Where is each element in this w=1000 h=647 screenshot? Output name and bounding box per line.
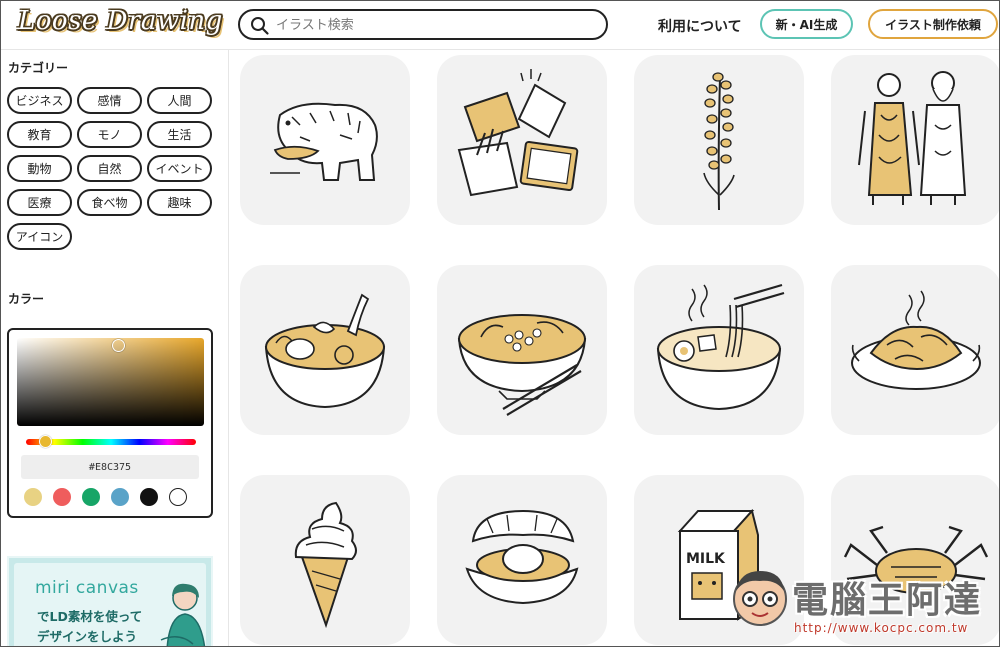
jingisukan-grill-icon <box>851 290 981 390</box>
category-tag[interactable]: 人間 <box>147 87 212 114</box>
ramen-bowl-icon <box>656 283 785 411</box>
lavender-flower-icon <box>703 72 735 211</box>
category-tag[interactable]: 医療 <box>7 189 72 216</box>
illustration-grid: MILK <box>239 54 1000 647</box>
search-box[interactable] <box>238 9 608 40</box>
site-logo[interactable]: Loose Drawing <box>18 6 223 36</box>
search-icon[interactable] <box>250 16 270 36</box>
illustration-card[interactable] <box>437 265 607 435</box>
swatch-red[interactable] <box>53 488 71 506</box>
illustration-card[interactable] <box>831 265 1000 435</box>
illustration-card[interactable] <box>831 55 1000 225</box>
bear-with-salmon-icon <box>270 102 378 181</box>
scallop-icon <box>465 509 579 605</box>
banner-line-1: でLD素材を使って <box>37 609 143 624</box>
ai-generate-button[interactable]: 新・AI生成 <box>760 9 853 39</box>
hue-slider[interactable] <box>26 435 196 448</box>
swatch-blue[interactable] <box>111 488 129 506</box>
svg-text:MILK: MILK <box>686 551 726 567</box>
color-swatches <box>24 488 187 506</box>
ainu-couple-icon <box>858 71 967 205</box>
swatch-white[interactable] <box>169 488 187 506</box>
illustration-card[interactable] <box>437 475 607 645</box>
category-tag[interactable]: 感情 <box>77 87 142 114</box>
swatch-black[interactable] <box>140 488 158 506</box>
banner-character-icon <box>160 583 206 647</box>
category-tag[interactable]: モノ <box>77 121 142 148</box>
illustration-card[interactable] <box>437 55 607 225</box>
sidebar: カテゴリー ビジネス 感情 人間 教育 モノ 生活 動物 自然 イベント 医療 … <box>0 50 229 647</box>
snack-bags-icon <box>457 69 579 197</box>
illustration-card[interactable] <box>634 55 804 225</box>
category-tag[interactable]: ビジネス <box>7 87 72 114</box>
category-tag[interactable]: 生活 <box>147 121 212 148</box>
soup-curry-icon <box>264 293 386 409</box>
illustration-card[interactable] <box>240 265 410 435</box>
category-tag[interactable]: 食べ物 <box>77 189 142 216</box>
hex-value[interactable]: #E8C375 <box>21 455 199 479</box>
search-input[interactable] <box>276 15 596 35</box>
category-tag[interactable]: 動物 <box>7 155 72 182</box>
saturation-value-area[interactable] <box>17 338 204 426</box>
category-tag[interactable]: 教育 <box>7 121 72 148</box>
uni-ikura-bowl-icon <box>457 314 587 416</box>
banner-line-2: デザインをしよう <box>37 629 138 644</box>
illustration-card[interactable] <box>240 475 410 645</box>
site-header: Loose Drawing 利用について 新・AI生成 イラスト制作依頼 <box>0 0 1000 50</box>
illustration-request-button[interactable]: イラスト制作依頼 <box>868 9 998 39</box>
watermark-title: 電腦王阿達 <box>792 580 983 621</box>
miri-canvas-banner[interactable]: miri canvas でLD素材を使って デザインをしよう <box>7 556 213 647</box>
about-link[interactable]: 利用について <box>658 16 742 36</box>
illustration-card[interactable] <box>634 265 804 435</box>
color-cursor[interactable] <box>112 339 125 352</box>
category-list: ビジネス 感情 人間 教育 モノ 生活 動物 自然 イベント 医療 食べ物 趣味… <box>7 87 217 250</box>
watermark-mascot-icon <box>733 571 787 626</box>
watermark-url: http://www.kocpc.com.tw <box>794 621 969 635</box>
category-tag[interactable]: アイコン <box>7 223 72 250</box>
category-tag[interactable]: 自然 <box>77 155 142 182</box>
swatch-yellow[interactable] <box>24 488 42 506</box>
swatch-green[interactable] <box>82 488 100 506</box>
soft-serve-icon <box>294 501 357 629</box>
hue-slider-thumb[interactable] <box>39 435 52 448</box>
color-heading: カラー <box>8 292 45 306</box>
category-tag[interactable]: 趣味 <box>147 189 212 216</box>
color-picker: #E8C375 <box>7 328 213 518</box>
illustration-card[interactable] <box>240 55 410 225</box>
category-tag[interactable]: イベント <box>147 155 212 182</box>
watermark: 電腦王阿達 http://www.kocpc.com.tw <box>730 565 998 643</box>
category-heading: カテゴリー <box>8 61 69 75</box>
banner-logo: miri canvas <box>35 578 139 598</box>
